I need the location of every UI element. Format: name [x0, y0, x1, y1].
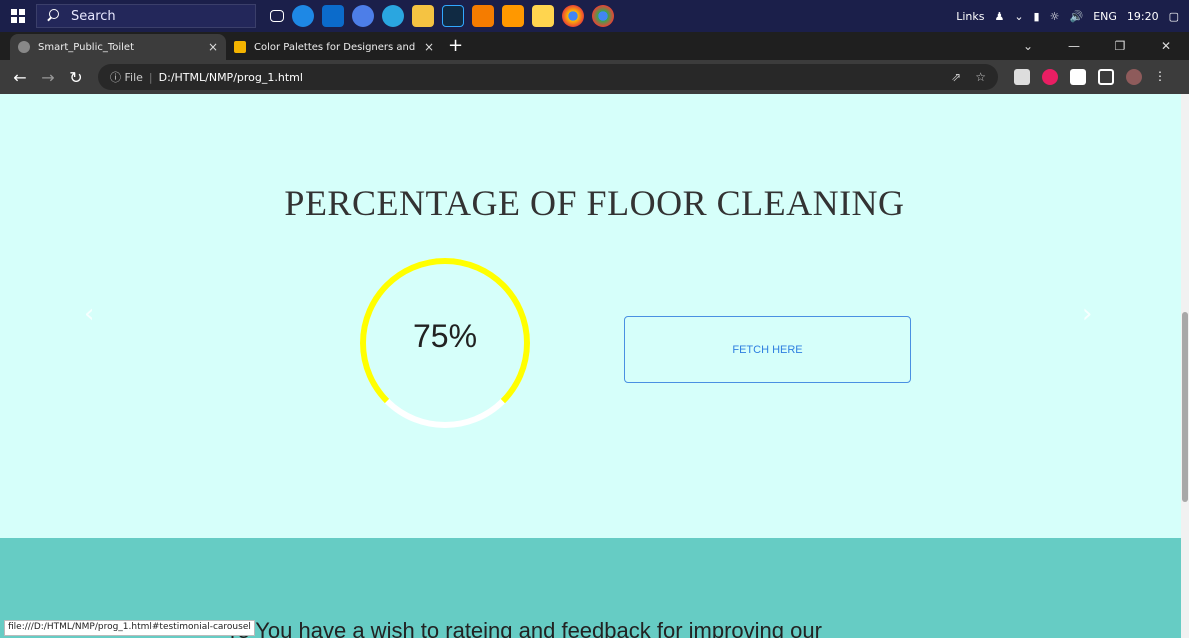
taskbar-search[interactable]: Search — [36, 4, 256, 28]
gauge-percent: 75% — [412, 318, 478, 354]
carousel-prev-icon[interactable]: ‹ — [84, 299, 94, 329]
tab-search-icon[interactable]: ⌄ — [1005, 39, 1051, 53]
clock[interactable]: 19:20 — [1127, 10, 1159, 23]
extension-icon[interactable] — [1014, 69, 1030, 85]
page-content: PERCENTAGE OF FLOOR CLEANING 75% FETCH H… — [0, 94, 1181, 638]
task-view-icon[interactable] — [270, 10, 284, 22]
share-icon[interactable]: ⇗ — [951, 70, 961, 84]
status-bar-url: file:///D:/HTML/NMP/prog_1.html#testimon… — [4, 620, 255, 636]
bookmark-star-icon[interactable]: ☆ — [975, 70, 986, 84]
extensions-area: ⋮ — [1008, 69, 1166, 85]
puzzle-icon[interactable] — [1070, 69, 1086, 85]
notepad-icon[interactable] — [532, 5, 554, 27]
tab-color-palettes[interactable]: Color Palettes for Designers and × — [226, 34, 442, 60]
forward-icon[interactable]: → — [34, 68, 62, 87]
browser-toolbar: ← → ↻ ⓘ File | D:/HTML/NMP/prog_1.html ⇗… — [0, 60, 1189, 94]
tray-chevron-icon[interactable]: ⌄ — [1014, 10, 1023, 23]
file-explorer-icon[interactable] — [412, 5, 434, 27]
menu-icon[interactable]: ⋮ — [1154, 69, 1166, 85]
photoshop-icon[interactable] — [442, 5, 464, 27]
chrome-canary-icon[interactable] — [592, 5, 614, 27]
info-icon[interactable]: ⓘ — [110, 69, 125, 85]
url-text[interactable]: D:/HTML/NMP/prog_1.html — [159, 71, 303, 84]
restore-button[interactable]: ❐ — [1097, 39, 1143, 53]
profile-avatar[interactable] — [1126, 69, 1142, 85]
reload-icon[interactable]: ↻ — [62, 68, 90, 87]
taskbar-apps — [266, 5, 618, 27]
back-icon[interactable]: ← — [6, 68, 34, 87]
tab-smart-public-toilet[interactable]: Smart_Public_Toilet × — [10, 34, 226, 60]
address-bar[interactable]: ⓘ File | D:/HTML/NMP/prog_1.html ⇗ ☆ — [98, 64, 998, 90]
close-window-button[interactable]: ✕ — [1143, 39, 1189, 53]
page-scrollbar[interactable] — [1181, 94, 1189, 638]
chrome-icon[interactable] — [562, 5, 584, 27]
close-tab-icon[interactable]: × — [424, 40, 434, 54]
feedback-heading: re You have a wish to rateing and feedba… — [230, 618, 822, 638]
tab-title: Smart_Public_Toilet — [38, 41, 135, 53]
app-orange-icon[interactable] — [472, 5, 494, 27]
sidepanel-icon[interactable] — [1098, 69, 1114, 85]
search-icon — [45, 8, 61, 24]
minimize-button[interactable]: — — [1051, 39, 1097, 53]
scheme-label: File — [124, 70, 143, 84]
battery-icon[interactable]: ▮ — [1034, 10, 1040, 23]
fetch-button[interactable]: FETCH HERE — [624, 316, 911, 383]
people-icon[interactable]: ♟ — [994, 10, 1004, 23]
tab-title: Color Palettes for Designers and — [254, 41, 416, 53]
edge-icon[interactable] — [292, 5, 314, 27]
store-icon[interactable] — [322, 5, 344, 27]
new-tab-button[interactable]: + — [448, 34, 463, 60]
volume-icon[interactable]: 🔊 — [1069, 10, 1083, 23]
scrollbar-thumb[interactable] — [1182, 312, 1188, 502]
notification-icon[interactable]: ▢ — [1169, 10, 1179, 23]
heart-extension-icon[interactable] — [1042, 69, 1058, 85]
divider: | — [148, 70, 153, 84]
browser-tabstrip: Smart_Public_Toilet × Color Palettes for… — [0, 32, 1189, 60]
page-title: PERCENTAGE OF FLOOR CLEANING — [284, 183, 905, 223]
telegram-icon[interactable] — [382, 5, 404, 27]
system-tray: Links ♟ ⌄ ▮ ☼ 🔊 ENG 19:20 ▢ — [946, 10, 1189, 23]
taskbar-search-label: Search — [71, 8, 116, 24]
palette-favicon-icon — [234, 41, 246, 53]
windows-start-icon[interactable] — [0, 0, 36, 32]
window-controls: ⌄ — ❐ ✕ — [1005, 32, 1189, 60]
app-icon[interactable] — [352, 5, 374, 27]
carousel-next-icon[interactable]: › — [1082, 299, 1092, 329]
language-indicator[interactable]: ENG — [1093, 10, 1117, 23]
sublime-icon[interactable] — [502, 5, 524, 27]
close-tab-icon[interactable]: × — [208, 40, 218, 54]
windows-taskbar: Search Links ♟ ⌄ ▮ ☼ 🔊 ENG 19:20 ▢ — [0, 0, 1189, 32]
wifi-icon[interactable]: ☼ — [1050, 10, 1060, 23]
links-toolbar[interactable]: Links — [956, 10, 984, 23]
globe-icon — [18, 41, 30, 53]
